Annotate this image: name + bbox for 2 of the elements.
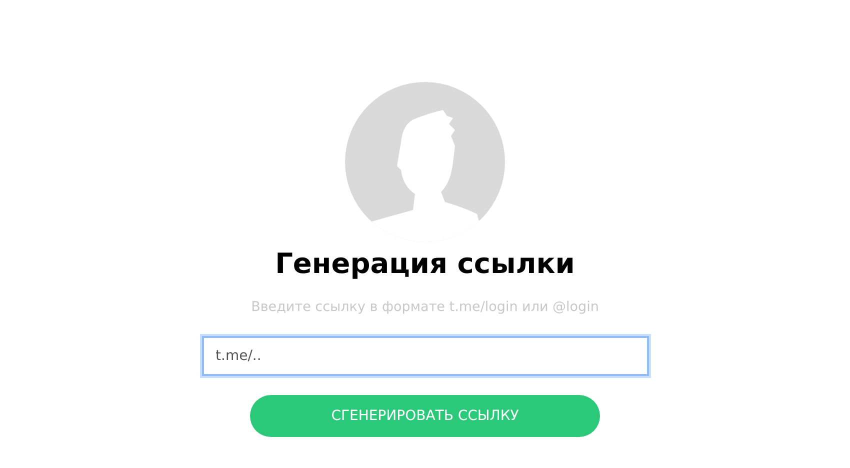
link-input-field[interactable]: t.me/.. [202,336,648,376]
page-title: Генерация ссылки [275,246,575,282]
